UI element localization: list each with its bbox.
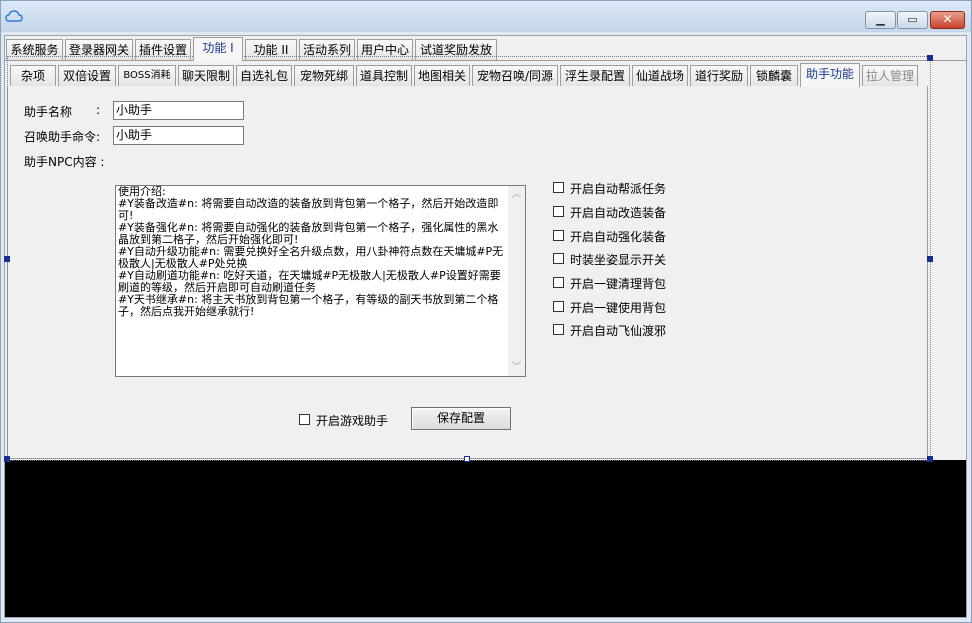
tab-function-1[interactable]: 功能 I [193,37,243,61]
option-label: 开启自动飞仙渡邪 [570,324,667,338]
option-auto-strengthen-equip[interactable]: 开启自动强化装备 [553,228,666,244]
subtab-daoxing-reward[interactable]: 道行奖励 [690,65,748,87]
main-tab-divider [5,60,966,61]
option-fashion-pose-toggle[interactable]: 时装坐姿显示开关 [553,251,666,267]
subtab-pet-binding[interactable]: 宠物死绑 [294,65,354,87]
option-label: 开启一键使用背包 [570,301,667,315]
option-auto-feixian-duxie[interactable]: 开启自动飞仙渡邪 [553,322,666,338]
close-icon: ✕ [942,12,953,26]
resize-handle[interactable] [927,456,933,462]
npc-content-label: 助手NPC内容 : [24,155,105,169]
checkbox-icon[interactable] [553,277,564,288]
tab-system-service[interactable]: 系统服务 [6,39,63,61]
npc-content-scrollbar[interactable]: ︿ ﹀ [508,186,525,376]
option-label: 开启一键清理背包 [570,277,667,291]
cloud-icon [5,10,23,22]
summon-command-input[interactable]: 小助手 [113,126,244,145]
checkbox-icon[interactable] [553,301,564,312]
minimize-icon: ▁ [876,13,885,26]
tab-plugin-settings[interactable]: 插件设置 [135,39,191,61]
assistant-name-input[interactable]: 小助手 [113,101,244,120]
summon-command-label: 召唤助手命令: [24,130,101,144]
close-button[interactable]: ✕ [930,11,965,29]
scroll-up-icon[interactable]: ︿ [508,186,525,203]
tab-activity-series[interactable]: 活动系列 [299,39,355,61]
resize-handle[interactable] [4,256,10,262]
log-console[interactable] [5,460,966,617]
option-one-click-clean-bag[interactable]: 开启一键清理背包 [553,275,666,291]
subtab-recruit-manage[interactable]: 拉人管理 [862,65,918,87]
subtab-misc[interactable]: 杂项 [10,65,56,87]
subtab-pet-summon[interactable]: 宠物召唤/同源 [472,65,558,87]
option-auto-modify-equip[interactable]: 开启自动改造装备 [553,204,666,220]
subtab-assistant[interactable]: 助手功能 [800,63,860,87]
maximize-button[interactable]: ▭ [897,11,928,29]
option-one-click-use-bag[interactable]: 开启一键使用背包 [553,299,666,315]
subtab-fusheng-config[interactable]: 浮生录配置 [560,65,630,87]
checkbox-icon[interactable] [299,414,310,425]
save-config-button[interactable]: 保存配置 [411,407,511,430]
subtab-boss-cost[interactable]: BOSS消耗 [118,65,176,87]
checkbox-icon[interactable] [553,182,564,193]
subtab-suolinnang[interactable]: 锁麟囊 [750,65,798,87]
enable-game-assistant[interactable]: 开启游戏助手 [299,412,388,428]
checkbox-icon[interactable] [553,324,564,335]
maximize-icon: ▭ [907,13,918,26]
enable-assistant-label: 开启游戏助手 [316,414,389,428]
tab-trial-reward[interactable]: 试道奖励发放 [415,39,497,61]
tab-user-center[interactable]: 用户中心 [357,39,413,61]
option-label: 开启自动强化装备 [570,230,667,244]
scroll-down-icon[interactable]: ﹀ [508,359,525,376]
client-area: 系统服务 登录器网关 插件设置 功能 I 功能 II 活动系列 用户中心 试道奖… [4,35,967,618]
option-label: 时装坐姿显示开关 [570,253,667,267]
app-window: ▁ ▭ ✕ 系统服务 登录器网关 插件设置 功能 I 功能 II 活动系列 用户… [0,0,972,623]
npc-content-text: 使用介绍: #Y装备改造#n: 将需要自动改造的装备放到背包第一个格子，然后开始… [118,185,504,318]
npc-content-textarea[interactable]: 使用介绍: #Y装备改造#n: 将需要自动改造的装备放到背包第一个格子，然后开始… [115,185,526,377]
assistant-name-label: 助手名称 [24,105,73,119]
subtab-optional-gift[interactable]: 自选礼包 [236,65,292,87]
minimize-button[interactable]: ▁ [865,11,896,29]
subtab-double-settings[interactable]: 双倍设置 [58,65,116,87]
resize-handle[interactable] [4,456,10,462]
subtab-xiandao-battle[interactable]: 仙道战场 [632,65,688,87]
assistant-panel: 助手名称 : 小助手 召唤助手命令: 小助手 助手NPC内容 : 使用介绍: #… [7,86,928,459]
assistant-name-colon: : [96,103,101,117]
subtab-map-related[interactable]: 地图相关 [414,65,470,87]
subtab-item-control[interactable]: 道具控制 [356,65,412,87]
checkbox-icon[interactable] [553,206,564,217]
subtab-chat-limit[interactable]: 聊天限制 [178,65,234,87]
option-label: 开启自动改造装备 [570,206,667,220]
resize-handle[interactable] [464,456,470,462]
tab-login-gateway[interactable]: 登录器网关 [65,39,133,61]
title-bar[interactable]: ▁ ▭ ✕ [1,1,971,32]
checkbox-icon[interactable] [553,230,564,241]
option-auto-guild-task[interactable]: 开启自动帮派任务 [553,180,666,196]
tab-function-2[interactable]: 功能 II [245,39,297,61]
resize-handle[interactable] [927,256,933,262]
checkbox-icon[interactable] [553,253,564,264]
resize-handle[interactable] [927,55,933,61]
option-label: 开启自动帮派任务 [570,182,667,196]
